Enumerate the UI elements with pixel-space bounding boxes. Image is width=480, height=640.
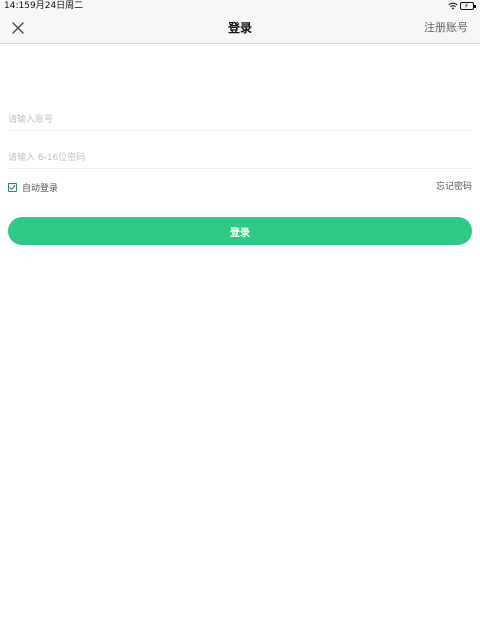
auto-login-toggle[interactable]: 自动登录 <box>8 180 58 194</box>
wifi-icon <box>448 2 458 10</box>
register-account-link[interactable]: 注册账号 <box>424 12 468 44</box>
battery-icon: ⚡ <box>460 2 476 10</box>
password-field <box>8 145 472 170</box>
page-title: 登录 <box>227 21 252 35</box>
close-button[interactable] <box>6 16 30 40</box>
login-options: 自动登录 忘记密码 <box>8 180 472 194</box>
auto-login-checkbox[interactable] <box>8 182 17 192</box>
login-button[interactable]: 登录 <box>8 217 472 245</box>
forgot-password-link[interactable]: 忘记密码 <box>436 180 472 194</box>
nav-bar: 登录 注册账号 <box>0 12 480 44</box>
status-date: 9月24日周二 <box>30 1 84 11</box>
password-input[interactable] <box>8 146 472 170</box>
account-input[interactable] <box>8 108 472 132</box>
status-time: 14:15 <box>4 1 30 11</box>
auto-login-label: 自动登录 <box>22 183 59 194</box>
status-bar: 14:15 9月24日周二 ⚡ <box>0 0 480 12</box>
close-icon <box>12 22 24 34</box>
account-field <box>8 107 472 132</box>
checkmark-icon <box>9 184 16 190</box>
